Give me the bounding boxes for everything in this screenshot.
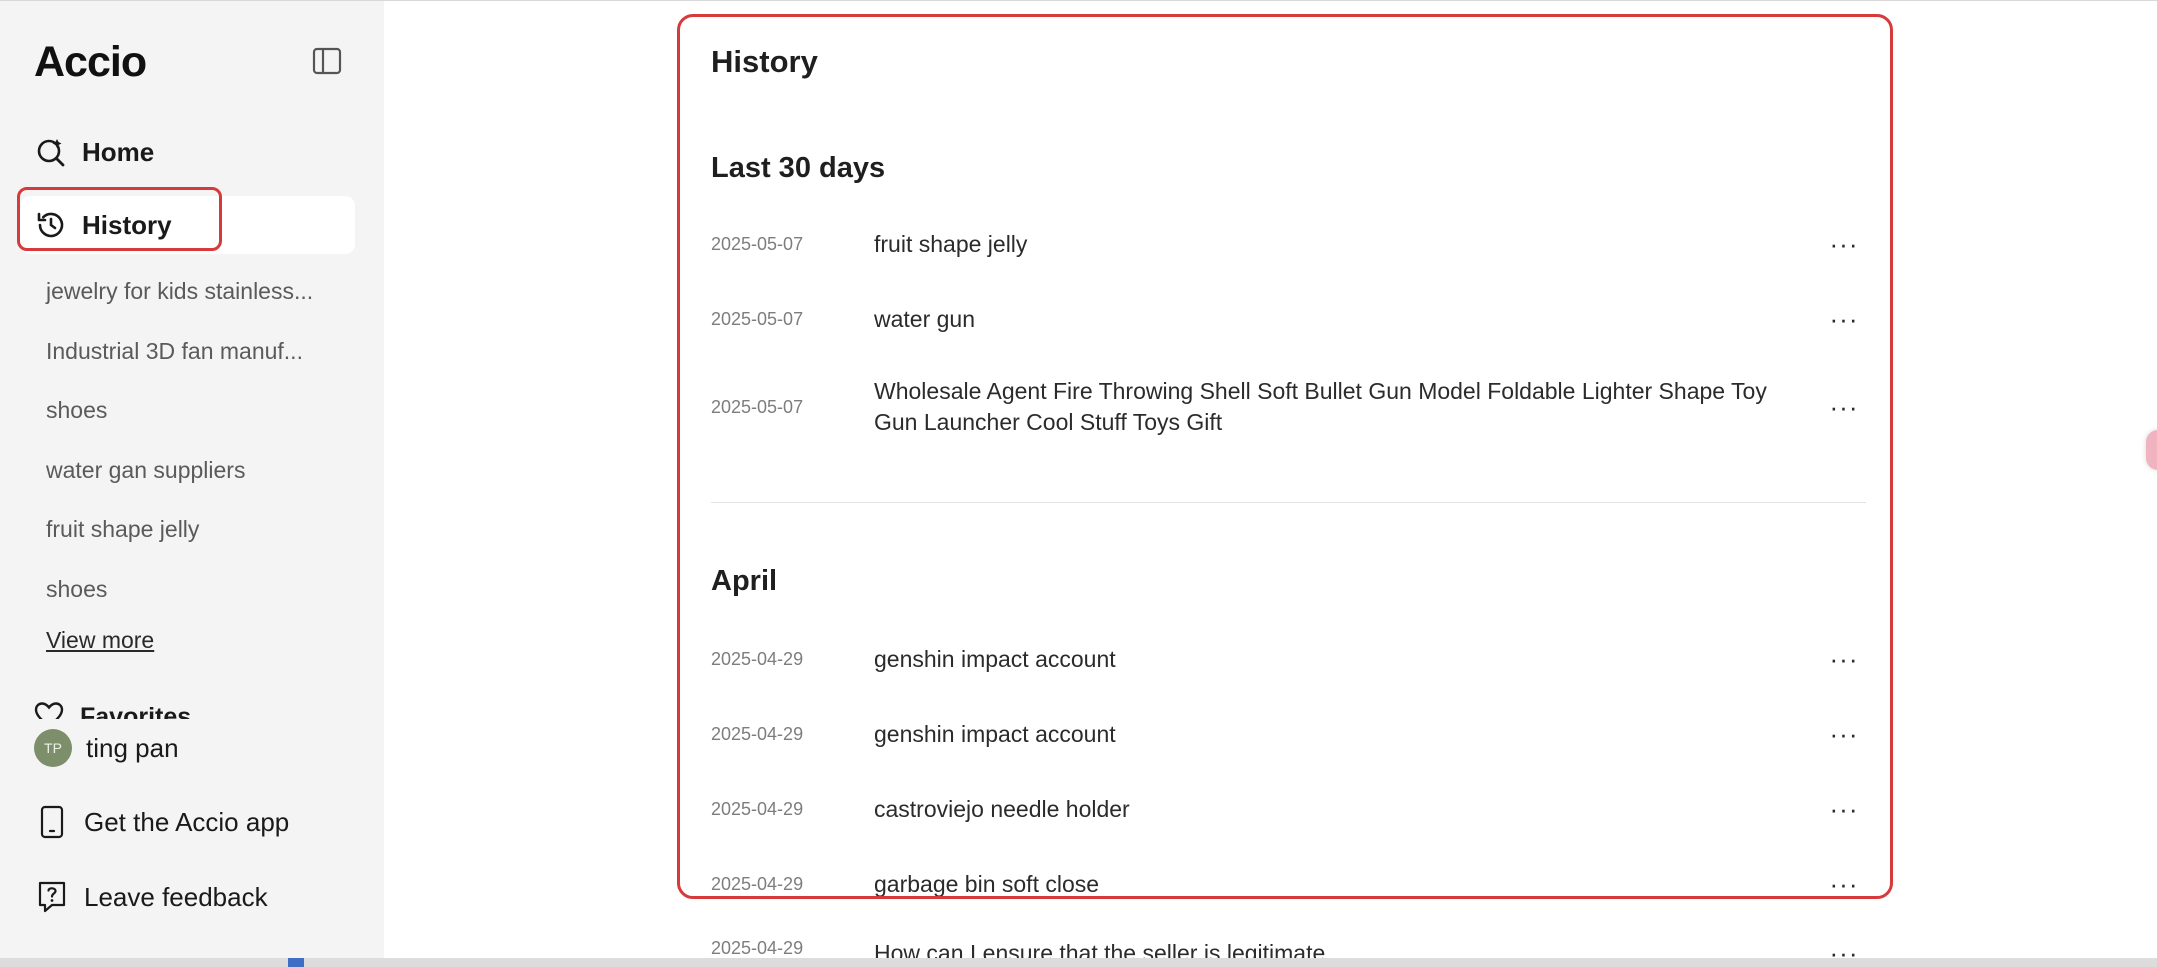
recent-history-item[interactable]: shoes (46, 569, 313, 629)
avatar: TP (34, 729, 72, 767)
recent-history-item[interactable]: fruit shape jelly (46, 509, 313, 569)
history-row-date: 2025-04-29 (711, 874, 804, 894)
history-row-date: 2025-04-29 (711, 649, 804, 669)
history-row-date: 2025-04-29 (711, 799, 804, 819)
logo-text: Accio (34, 38, 147, 86)
nav-favorites[interactable]: Favorites (34, 701, 354, 719)
sidebar-toggle-button[interactable] (312, 46, 342, 76)
user-profile[interactable]: TP ting pan (34, 729, 179, 767)
floating-assistant-button[interactable] (2146, 430, 2157, 470)
history-row[interactable]: 2025-04-29 genshin impact account ··· (711, 719, 1866, 750)
leave-feedback-link[interactable]: Leave feedback (34, 879, 268, 915)
get-app-label: Get the Accio app (84, 806, 290, 837)
history-row-date: 2025-04-29 (711, 724, 804, 744)
history-row-title: castroviejo needle holder (874, 796, 1130, 822)
nav-history-label: History (82, 209, 172, 240)
history-row-date: 2025-05-07 (711, 396, 804, 417)
phone-icon (34, 804, 70, 840)
history-row-title: genshin impact account (874, 721, 1116, 747)
history-row[interactable]: 2025-05-07 fruit shape jelly ··· (711, 229, 1866, 260)
section-heading-last-30-days: Last 30 days (711, 152, 886, 184)
history-row-date: 2025-05-07 (711, 309, 804, 329)
more-options-icon[interactable]: ··· (1826, 938, 1862, 958)
history-row-title: fruit shape jelly (874, 231, 1028, 257)
page-title: History (711, 44, 818, 79)
get-app-link[interactable]: Get the Accio app (34, 804, 289, 840)
recent-history-item[interactable]: water gan suppliers (46, 450, 313, 510)
more-options-icon[interactable]: ··· (1826, 719, 1862, 750)
recent-history-list: jewelry for kids stainless... Industrial… (46, 271, 313, 628)
taskbar-fragment (288, 958, 304, 967)
recent-history-item[interactable]: shoes (46, 390, 313, 450)
history-row-title: How can I ensure that the seller is legi… (874, 940, 1326, 958)
window-bottom-edge (0, 958, 2157, 967)
feedback-icon (34, 879, 70, 915)
accio-logo[interactable]: Accio (34, 37, 147, 87)
history-row-title: garbage bin soft close (874, 871, 1100, 897)
history-row-date: 2025-05-07 (711, 234, 804, 254)
history-row[interactable]: 2025-04-29 genshin impact account ··· (711, 644, 1866, 675)
section-divider (711, 502, 1866, 503)
history-row[interactable]: 2025-05-07 Wholesale Agent Fire Throwing… (711, 376, 1866, 438)
nav-home-label: Home (82, 136, 155, 167)
recent-history-item[interactable]: jewelry for kids stainless... (46, 271, 313, 331)
section-heading-april: April (711, 565, 778, 597)
history-row[interactable]: 2025-04-29 garbage bin soft close ··· (711, 869, 1866, 900)
sidebar: Accio Home History jewelry for kids stai… (0, 1, 384, 958)
history-row[interactable]: 2025-05-07 water gun ··· (711, 304, 1866, 335)
history-icon (34, 208, 68, 242)
more-options-icon[interactable]: ··· (1826, 304, 1862, 335)
more-options-icon[interactable]: ··· (1826, 644, 1862, 675)
heart-icon (34, 701, 64, 719)
nav-favorites-label: Favorites (80, 703, 192, 719)
more-options-icon[interactable]: ··· (1826, 794, 1862, 825)
history-row[interactable]: 2025-04-29 How can I ensure that the sel… (711, 938, 1866, 958)
sidebar-toggle-icon (312, 47, 342, 75)
search-sparkle-icon (34, 135, 68, 169)
leave-feedback-label: Leave feedback (84, 881, 268, 912)
annotation-highlight-history-panel (677, 14, 1893, 899)
more-options-icon[interactable]: ··· (1826, 869, 1862, 900)
nav-history[interactable]: History (20, 196, 355, 254)
history-row-date: 2025-04-29 (711, 938, 804, 958)
history-row-title: water gun (874, 306, 976, 332)
recent-history-item[interactable]: Industrial 3D fan manuf... (46, 331, 313, 391)
history-row-title: Wholesale Agent Fire Throwing Shell Soft… (874, 378, 1767, 435)
history-row-title: genshin impact account (874, 646, 1116, 672)
user-name: ting pan (86, 732, 179, 763)
history-row[interactable]: 2025-04-29 castroviejo needle holder ··· (711, 794, 1866, 825)
more-options-icon[interactable]: ··· (1826, 229, 1862, 260)
more-options-icon[interactable]: ··· (1826, 392, 1862, 422)
view-more-link[interactable]: View more (46, 627, 154, 654)
nav-home[interactable]: Home (20, 123, 355, 181)
